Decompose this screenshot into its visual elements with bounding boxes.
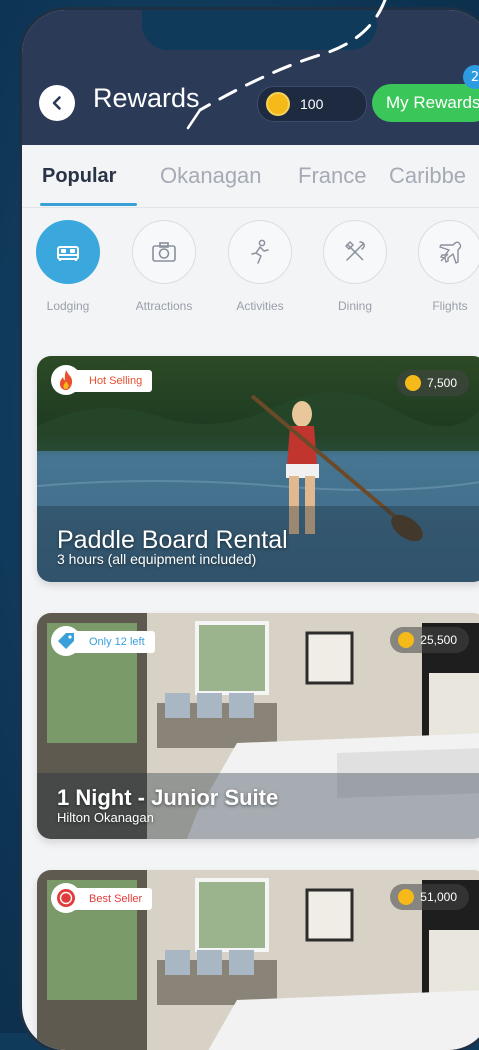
runner-icon xyxy=(251,239,269,264)
reward-card[interactable]: Best Seller 51,000 xyxy=(37,870,479,1050)
fork-knife-icon xyxy=(345,241,365,261)
price-tag-icon xyxy=(58,633,74,649)
phone-frame: Rewards 100 My Rewards 2 Popular Okanaga… xyxy=(22,10,479,1050)
coin-icon xyxy=(404,375,421,391)
coin-balance[interactable]: 100 xyxy=(257,86,367,122)
card-subtitle: Hilton Okanagan xyxy=(57,810,154,825)
category-label: Lodging xyxy=(46,299,90,313)
top-badge-icon xyxy=(57,889,75,907)
card-title: 1 Night - Junior Suite xyxy=(57,785,279,810)
coin-icon xyxy=(398,889,415,905)
category-lodging[interactable]: Lodging xyxy=(33,220,103,313)
category-label: Activities xyxy=(236,299,284,313)
category-activities[interactable]: Activities xyxy=(225,220,295,313)
status-badge-label: Hot Selling xyxy=(89,375,143,387)
status-badge-label: Best Seller xyxy=(89,893,143,905)
coin-icon xyxy=(266,92,290,116)
camera-icon xyxy=(152,242,176,262)
fire-icon xyxy=(59,370,73,390)
chevron-left-icon xyxy=(52,96,61,110)
back-button[interactable] xyxy=(39,85,75,121)
category-label: Attractions xyxy=(135,299,193,313)
price-value: 7,500 xyxy=(426,376,457,390)
phone-notch xyxy=(142,10,377,50)
tab-bar: Popular Okanagan France Caribbe xyxy=(22,145,479,208)
active-tab-indicator xyxy=(40,203,137,206)
price-badge: 25,500 xyxy=(390,627,469,653)
price-value: 25,500 xyxy=(420,633,457,647)
status-badge: Best Seller xyxy=(51,883,153,913)
page-title: Rewards xyxy=(93,83,200,113)
tab-france[interactable]: France xyxy=(298,163,366,189)
tab-okanagan[interactable]: Okanagan xyxy=(160,163,262,189)
tab-caribbean[interactable]: Caribbe xyxy=(389,163,466,189)
price-badge: 51,000 xyxy=(390,884,469,910)
tab-popular[interactable]: Popular xyxy=(42,165,116,188)
coin-icon xyxy=(398,632,415,648)
reward-card[interactable]: Only 12 left 25,500 1 Night - Junior Sui… xyxy=(37,613,479,839)
coin-balance-value: 100 xyxy=(300,96,324,112)
card-subtitle: 3 hours (all equipment included) xyxy=(57,551,257,567)
category-label: Flights xyxy=(432,299,468,313)
header: Rewards 100 My Rewards 2 xyxy=(22,10,479,145)
category-label: Dining xyxy=(337,299,373,313)
price-badge: 7,500 xyxy=(396,370,469,396)
category-attractions[interactable]: Attractions xyxy=(129,220,199,313)
bed-icon xyxy=(57,246,79,261)
status-badge: Only 12 left xyxy=(51,626,155,656)
my-rewards-button[interactable]: My Rewards xyxy=(372,84,479,122)
airplane-icon xyxy=(439,241,462,264)
category-flights[interactable]: Flights xyxy=(415,220,479,313)
price-value: 51,000 xyxy=(420,890,457,904)
status-badge: Hot Selling xyxy=(51,365,153,395)
status-badge-label: Only 12 left xyxy=(89,636,145,648)
reward-card[interactable]: Hot Selling 7,500 Paddle Board Rental 3 … xyxy=(37,356,479,582)
category-dining[interactable]: Dining xyxy=(320,220,390,313)
